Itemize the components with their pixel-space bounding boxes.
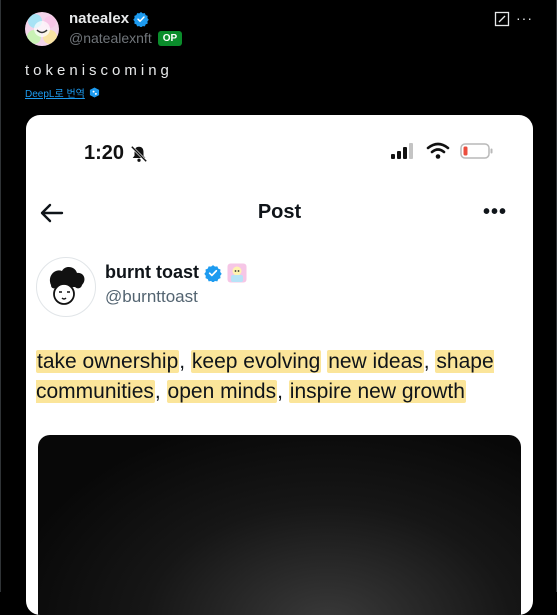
nft-avatar-badge-icon: [227, 263, 247, 282]
highlighted-phrase: take ownership: [36, 350, 180, 373]
status-bar-time: 1:20: [84, 142, 148, 165]
author-avatar[interactable]: [25, 12, 59, 46]
post-text-segment: ,: [277, 380, 289, 403]
inner-author-name[interactable]: burnt toast: [105, 262, 247, 283]
highlighted-phrase: inspire new growth: [288, 380, 466, 403]
edit-icon[interactable]: [494, 11, 510, 27]
author-handle-row: @natealexnft OP: [69, 30, 183, 46]
battery-icon: [460, 143, 493, 159]
status-bar-icons: [390, 142, 494, 160]
post-text-segment: ,: [154, 380, 167, 403]
bell-muted-icon: [130, 145, 148, 162]
inner-post-text: take ownership, keep evolving new ideas,…: [36, 347, 526, 407]
post-text-segment: ,: [179, 350, 191, 373]
embedded-screenshot[interactable]: 1:20 Post ••• burnt toast @burnttoast ta…: [26, 115, 533, 615]
op-badge: OP: [157, 30, 183, 46]
post-media[interactable]: [38, 435, 521, 615]
author-name-text[interactable]: natealex: [69, 10, 129, 27]
verified-badge-icon: [133, 11, 149, 27]
highlighted-phrase: keep evolving: [190, 350, 322, 373]
highlighted-phrase: open minds: [166, 380, 278, 403]
wifi-icon: [426, 142, 450, 159]
inner-author-name-text[interactable]: burnt toast: [105, 262, 199, 283]
translate-link[interactable]: DeepL로 번역: [25, 85, 100, 100]
more-options-icon[interactable]: ···: [516, 10, 533, 26]
translate-label[interactable]: DeepL로 번역: [25, 85, 85, 100]
inner-author-avatar[interactable]: [36, 257, 96, 317]
inner-verified-badge-icon: [204, 264, 222, 282]
deepl-icon: [89, 87, 99, 98]
status-time-text: 1:20: [84, 142, 125, 164]
author-name[interactable]: natealex: [69, 10, 149, 27]
author-handle[interactable]: @natealexnft: [69, 30, 152, 46]
tweet-text: tokeniscoming: [25, 62, 173, 79]
highlighted-phrase: new ideas: [327, 350, 424, 373]
signal-icon: [391, 143, 413, 159]
post-text-segment: ,: [423, 350, 436, 373]
nav-more-icon[interactable]: •••: [483, 201, 507, 224]
post-nav-title: Post: [257, 201, 302, 223]
inner-author-handle[interactable]: @burnttoast: [105, 287, 198, 307]
